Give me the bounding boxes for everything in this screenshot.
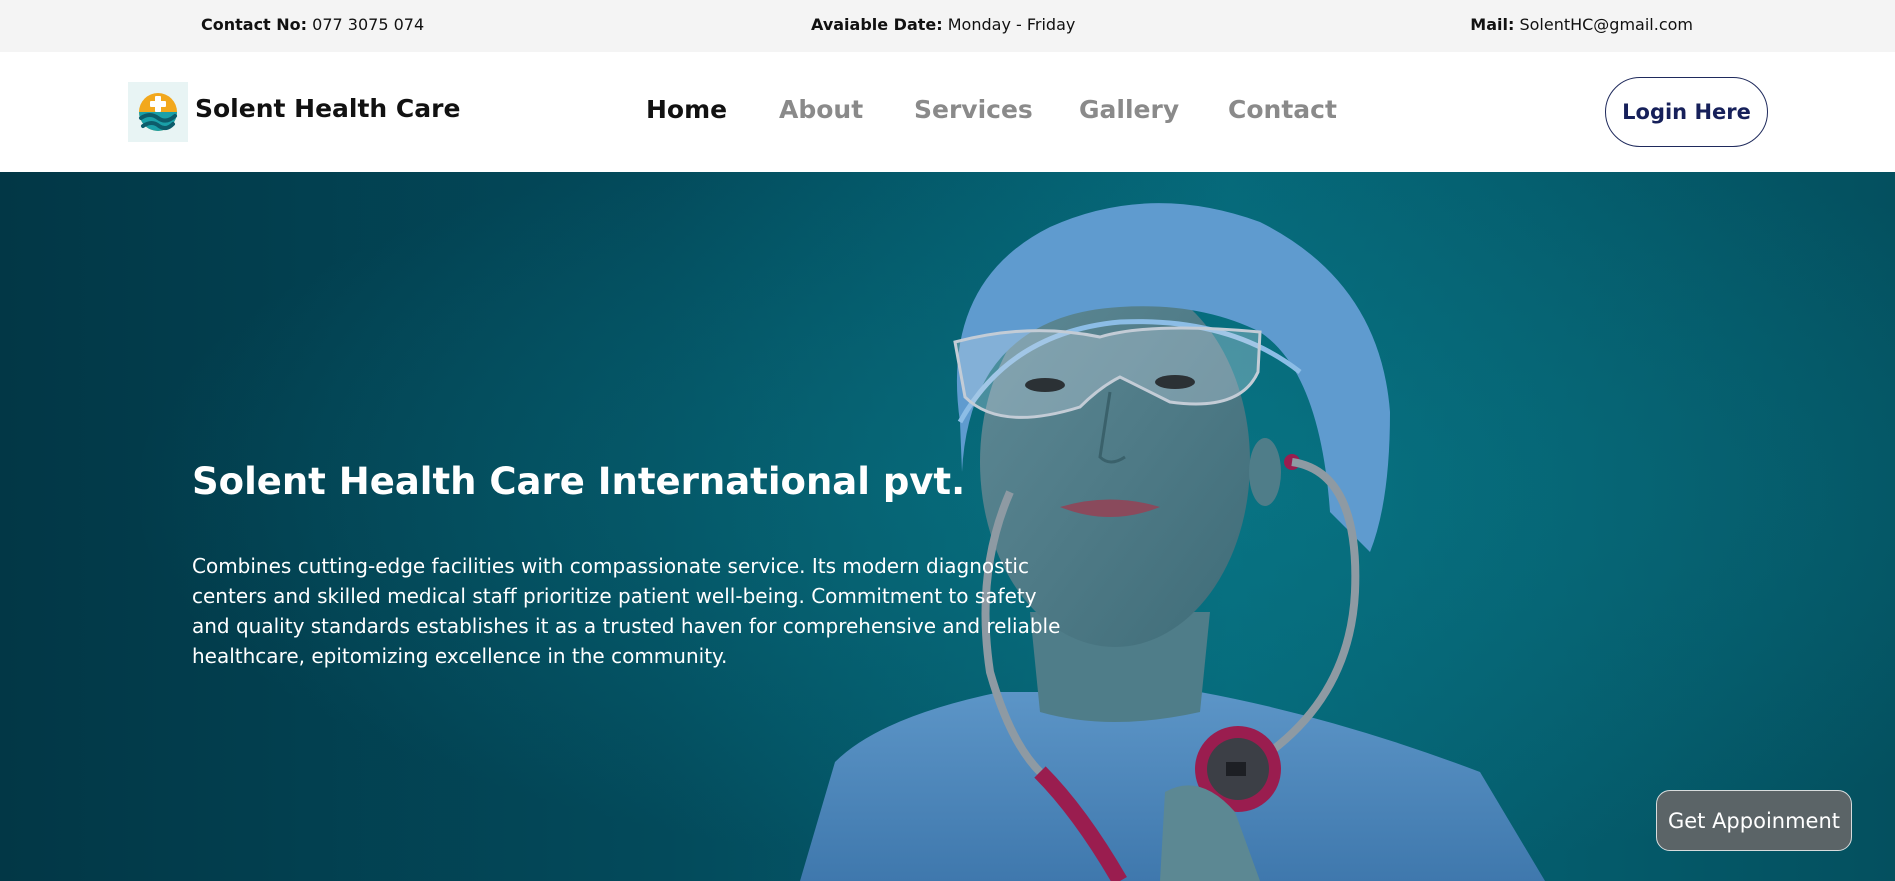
contact-number: 077 3075 074 <box>312 15 425 34</box>
contact-info: Contact No: 077 3075 074 <box>201 15 424 34</box>
brand-logo[interactable] <box>128 82 188 142</box>
available-date-info: Avaiable Date: Monday - Friday <box>811 15 1075 34</box>
hero-section: Solent Health Care International pvt. Co… <box>0 172 1895 881</box>
brand-name[interactable]: Solent Health Care <box>195 94 460 123</box>
get-appointment-button[interactable]: Get Appoinment <box>1656 790 1852 851</box>
nav-link-gallery[interactable]: Gallery <box>1079 95 1179 124</box>
login-button[interactable]: Login Here <box>1605 77 1768 147</box>
mail-address: SolentHC@gmail.com <box>1519 15 1693 34</box>
main-navbar: Solent Health Care Home About Services G… <box>0 52 1895 172</box>
contact-label: Contact No: <box>201 15 308 34</box>
top-info-bar: Contact No: 077 3075 074 Avaiable Date: … <box>0 0 1895 52</box>
nav-link-home[interactable]: Home <box>646 95 727 124</box>
hero-description: Combines cutting-edge facilities with co… <box>192 554 1061 668</box>
available-date-value: Monday - Friday <box>947 15 1076 34</box>
hero-title: Solent Health Care International pvt. <box>192 460 966 503</box>
mail-label: Mail: <box>1470 15 1515 34</box>
medical-cross-logo-icon <box>139 93 177 131</box>
hero-doctor-image <box>0 172 1895 881</box>
nav-link-about[interactable]: About <box>779 95 863 124</box>
nav-link-contact[interactable]: Contact <box>1228 95 1337 124</box>
mail-info: Mail: SolentHC@gmail.com <box>1470 15 1693 34</box>
available-date-label: Avaiable Date: <box>811 15 943 34</box>
nav-link-services[interactable]: Services <box>914 95 1033 124</box>
